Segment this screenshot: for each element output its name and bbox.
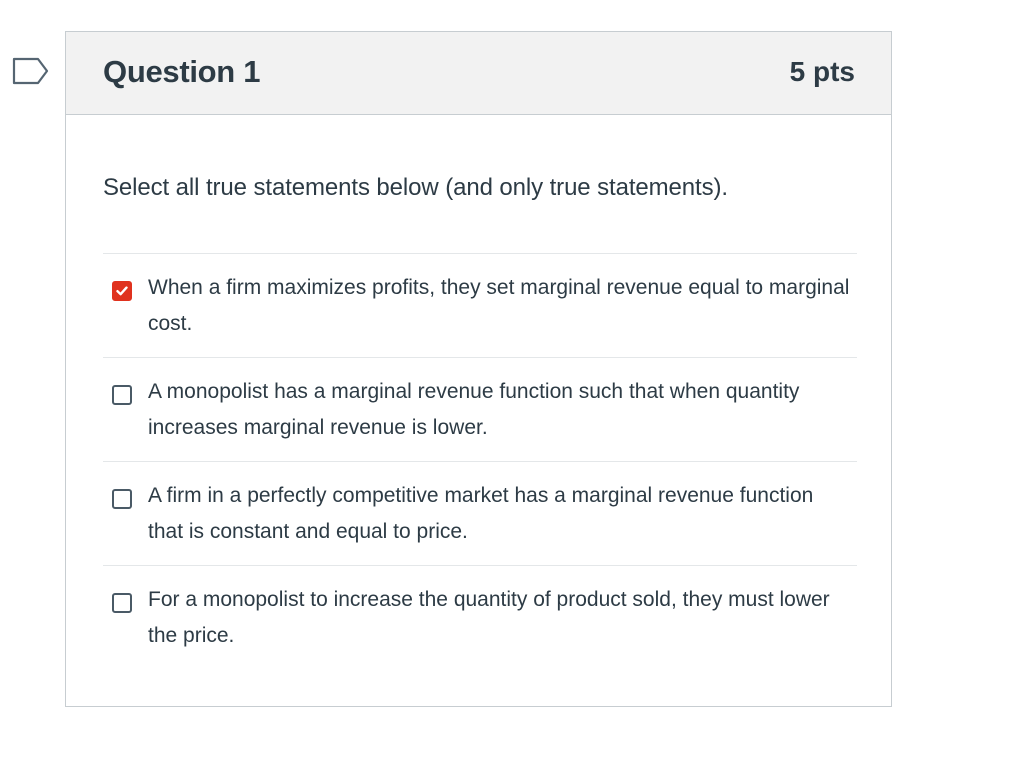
answer-label-1: When a firm maximizes profits, they set … [148, 276, 850, 335]
question-header: Question 1 5 pts [66, 32, 891, 115]
answer-label-3: A firm in a perfectly competitive market… [148, 484, 814, 543]
question-title: Question 1 [103, 54, 261, 89]
answer-checkbox-1[interactable] [112, 281, 132, 301]
answer-checkbox-2[interactable] [112, 385, 132, 405]
checkmark-icon [116, 286, 128, 296]
answer-label-2: A monopolist has a marginal revenue func… [148, 380, 800, 439]
question-card: Question 1 5 pts Select all true stateme… [65, 31, 892, 707]
answer-checkbox-4[interactable] [112, 593, 132, 613]
answer-option-1[interactable]: When a firm maximizes profits, they set … [103, 253, 857, 357]
answer-option-4[interactable]: For a monopolist to increase the quantit… [103, 565, 857, 669]
question-prompt: Select all true statements below (and on… [103, 174, 728, 201]
answer-option-3[interactable]: A firm in a perfectly competitive market… [103, 461, 857, 565]
question-points: 5 pts [789, 56, 855, 87]
flag-question-icon[interactable] [12, 57, 50, 85]
answer-checkbox-3[interactable] [112, 489, 132, 509]
answer-label-4: For a monopolist to increase the quantit… [148, 588, 830, 647]
answer-option-2[interactable]: A monopolist has a marginal revenue func… [103, 357, 857, 461]
answer-list: When a firm maximizes profits, they set … [103, 253, 857, 669]
